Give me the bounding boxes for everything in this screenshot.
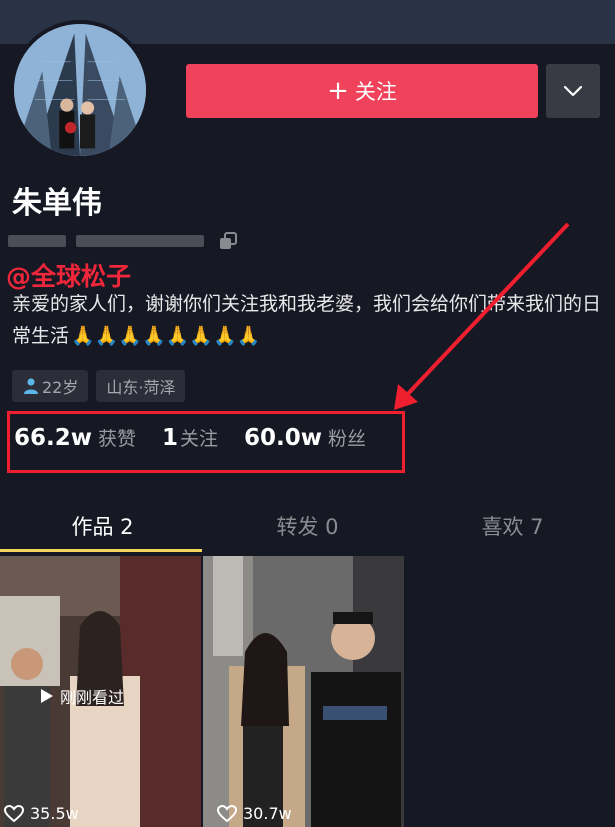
play-icon [41,689,53,703]
video-grid: 刚刚看过 35.5w 30.7w [0,556,615,827]
tab-reposts[interactable]: 转发 0 [205,500,410,552]
heart-icon [4,804,24,822]
video-likes-count: 30.7w [243,804,292,823]
recently-watched-badge: 刚刚看过 [40,684,124,708]
tab-works[interactable]: 作品 2 [0,500,205,552]
heart-icon [217,804,237,822]
content-tabs: 作品 2 转发 0 喜欢 7 [0,500,615,552]
video-likes: 30.7w [217,804,292,823]
video-cover-image [203,556,404,827]
video-thumbnail[interactable]: 刚刚看过 35.5w [0,556,201,827]
video-likes: 35.5w [4,804,79,823]
video-likes-count: 35.5w [30,804,79,823]
active-tab-indicator [0,549,202,552]
video-thumbnail[interactable]: 30.7w [203,556,404,827]
tab-likes[interactable]: 喜欢 7 [410,500,615,552]
recently-watched-label: 刚刚看过 [60,688,125,707]
